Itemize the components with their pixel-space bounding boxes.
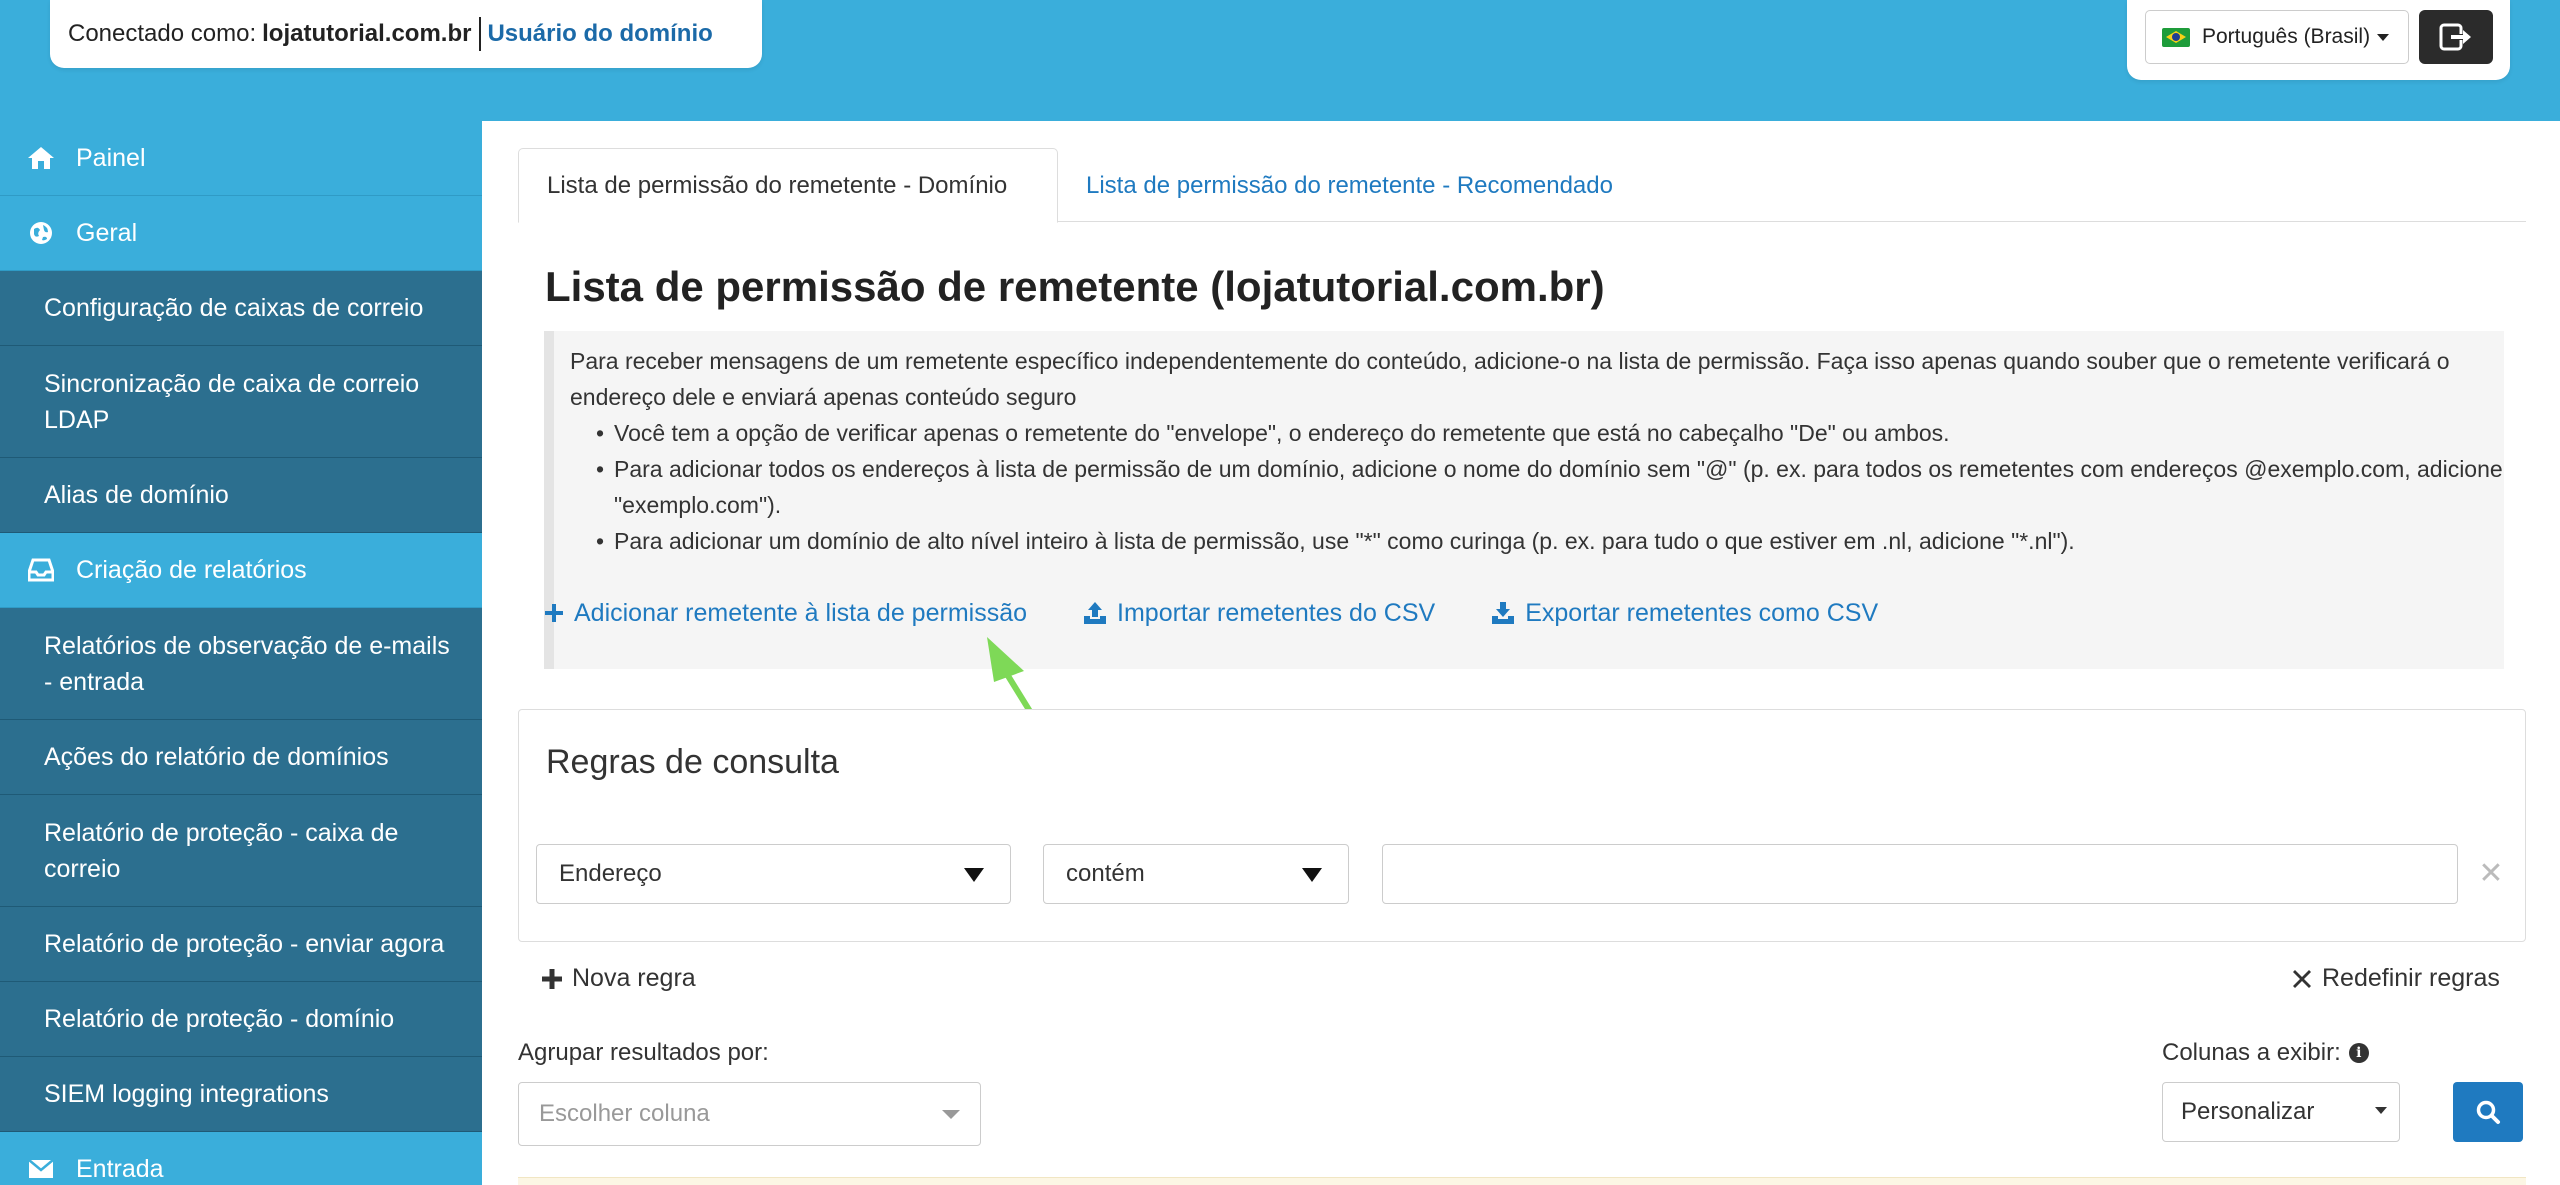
sidebar-item-label: Relatório de proteção - domínio — [44, 1005, 395, 1033]
divider — [479, 17, 482, 51]
add-sender-label: Adicionar remetente à lista de permissão — [574, 598, 1028, 627]
action-links: Adicionar remetente à lista de permissão… — [544, 593, 1934, 633]
sidebar-item-label: Alias de domínio — [44, 481, 229, 509]
plus-icon — [545, 604, 563, 622]
download-icon — [1492, 602, 1515, 624]
sidebar-item-entrada[interactable]: Entrada — [0, 1132, 482, 1185]
main-content: Lista de permissão do remetente - Domíni… — [482, 121, 2560, 1185]
sidebar-item-mailbox-config[interactable]: Configuração de caixas de correio — [0, 271, 482, 346]
sidebar-item-protection-send-now[interactable]: Relatório de proteção - enviar agora — [0, 907, 482, 982]
sidebar-item-ldap-sync[interactable]: Sincronização de caixa de correio LDAP — [0, 346, 482, 458]
query-rules-panel: Regras de consulta Endereço contém ✕ — [518, 709, 2526, 942]
reset-rules-label: Redefinir regras — [2322, 964, 2500, 992]
tab-recommended-allowlist[interactable]: Lista de permissão do remetente - Recome… — [1058, 148, 1641, 223]
connection-info: Conectado como: lojatutorial.com.br Usuá… — [50, 0, 762, 68]
info-bullet: Para adicionar todos os endereços à list… — [596, 451, 2504, 523]
dropdown-arrow-icon — [964, 868, 984, 882]
rule-field-select[interactable]: Endereço — [536, 844, 1011, 904]
export-csv-link[interactable]: Exportar remetentes como CSV — [1491, 599, 1878, 628]
page-title: Lista de permissão de remetente (lojatut… — [545, 263, 1605, 310]
columns-select-value: Personalizar — [2181, 1098, 2315, 1125]
sidebar-item-label: SIEM logging integrations — [44, 1080, 329, 1108]
info-intro: Para receber mensagens de um remetente e… — [570, 348, 2450, 410]
tab-bar: Lista de permissão do remetente - Domíni… — [518, 148, 2526, 223]
envelope-icon — [26, 1154, 56, 1184]
user-type-link[interactable]: Usuário do domínio — [487, 20, 712, 48]
sidebar-item-label: Relatórios de observação de e-mails - en… — [44, 631, 450, 696]
add-sender-link[interactable]: Adicionar remetente à lista de permissão — [544, 599, 1027, 628]
sidebar-item-observation-reports[interactable]: Relatórios de observação de e-mails - en… — [0, 608, 482, 720]
globe-icon — [26, 218, 56, 248]
rule-value-input[interactable] — [1382, 844, 2458, 904]
group-results-placeholder: Escolher coluna — [539, 1100, 710, 1127]
header-controls: Português (Brasil) — [2127, 0, 2510, 80]
query-rules-title: Regras de consulta — [546, 743, 839, 781]
connected-label: Conectado como: — [68, 20, 257, 47]
rule-field-value: Endereço — [559, 860, 662, 887]
columns-label-text: Colunas a exibir: — [2162, 1039, 2341, 1066]
top-header: Conectado como: lojatutorial.com.br Usuá… — [0, 0, 2560, 121]
info-icon[interactable]: i — [2348, 1043, 2369, 1063]
dropdown-arrow-icon — [2375, 1107, 2387, 1114]
info-bullet: Para adicionar um domínio de alto nível … — [596, 523, 2504, 559]
reset-rules-button[interactable]: Redefinir regras — [2292, 964, 2500, 993]
import-csv-link[interactable]: Importar remetentes do CSV — [1083, 599, 1435, 628]
columns-label: Colunas a exibir: i — [2162, 1039, 2369, 1067]
results-notice-strip — [518, 1177, 2526, 1185]
sidebar-item-label: Sincronização de caixa de correio LDAP — [44, 369, 420, 434]
sidebar-item-reports[interactable]: Criação de relatórios — [0, 533, 482, 608]
upload-icon — [1084, 602, 1107, 624]
dropdown-arrow-icon — [942, 1110, 960, 1119]
columns-select[interactable]: Personalizar — [2162, 1082, 2400, 1142]
tab-domain-allowlist[interactable]: Lista de permissão do remetente - Domíni… — [518, 148, 1058, 223]
sidebar-item-label: Relatório de proteção - caixa de correio — [44, 818, 399, 883]
sidebar-item-label: Entrada — [76, 1154, 164, 1183]
sidebar-item-label: Geral — [76, 218, 138, 247]
rule-operator-value: contém — [1066, 860, 1145, 887]
sidebar-item-geral[interactable]: Geral — [0, 196, 482, 271]
connected-domain: lojatutorial.com.br — [262, 20, 472, 47]
sidebar-item-domain-alias[interactable]: Alias de domínio — [0, 458, 482, 533]
sidebar-item-label: Ações do relatório de domínios — [44, 743, 389, 771]
group-results-select[interactable]: Escolher coluna — [518, 1082, 981, 1146]
logout-button[interactable] — [2419, 10, 2493, 64]
sidebar: Painel Geral Configuração de caixas de c… — [0, 121, 482, 1185]
language-label: Português (Brasil) — [2202, 25, 2371, 48]
info-bullet: Você tem a opção de verificar apenas o r… — [596, 415, 2504, 451]
caret-down-icon — [2377, 33, 2390, 41]
plus-icon — [542, 968, 562, 989]
close-icon — [2293, 969, 2311, 988]
brazil-flag-icon — [2162, 27, 2190, 47]
home-icon — [26, 143, 56, 173]
export-csv-label: Exportar remetentes como CSV — [1525, 598, 1879, 627]
info-list: Você tem a opção de verificar apenas o r… — [570, 415, 2504, 559]
search-button[interactable] — [2453, 1082, 2523, 1142]
sidebar-item-protection-mailbox[interactable]: Relatório de proteção - caixa de correio — [0, 795, 482, 907]
sidebar-item-siem[interactable]: SIEM logging integrations — [0, 1057, 482, 1132]
remove-rule-icon[interactable]: ✕ — [2474, 851, 2508, 895]
sidebar-item-domain-report-actions[interactable]: Ações do relatório de domínios — [0, 720, 482, 795]
search-icon — [2476, 1100, 2500, 1124]
sidebar-item-painel[interactable]: Painel — [0, 121, 482, 196]
sidebar-item-label: Relatório de proteção - enviar agora — [44, 930, 445, 958]
sidebar-item-label: Painel — [76, 143, 146, 172]
inbox-icon — [26, 555, 56, 585]
new-rule-button[interactable]: Nova regra — [542, 964, 696, 993]
sign-out-icon — [2439, 23, 2471, 51]
sidebar-item-label: Configuração de caixas de correio — [44, 294, 424, 322]
rule-operator-select[interactable]: contém — [1043, 844, 1349, 904]
new-rule-label: Nova regra — [572, 964, 696, 992]
dropdown-arrow-icon — [1302, 868, 1322, 882]
sidebar-item-protection-domain[interactable]: Relatório de proteção - domínio — [0, 982, 482, 1057]
language-selector[interactable]: Português (Brasil) — [2145, 10, 2409, 64]
group-results-label: Agrupar resultados por: — [518, 1039, 769, 1066]
sidebar-item-label: Criação de relatórios — [76, 555, 307, 584]
import-csv-label: Importar remetentes do CSV — [1117, 598, 1436, 627]
